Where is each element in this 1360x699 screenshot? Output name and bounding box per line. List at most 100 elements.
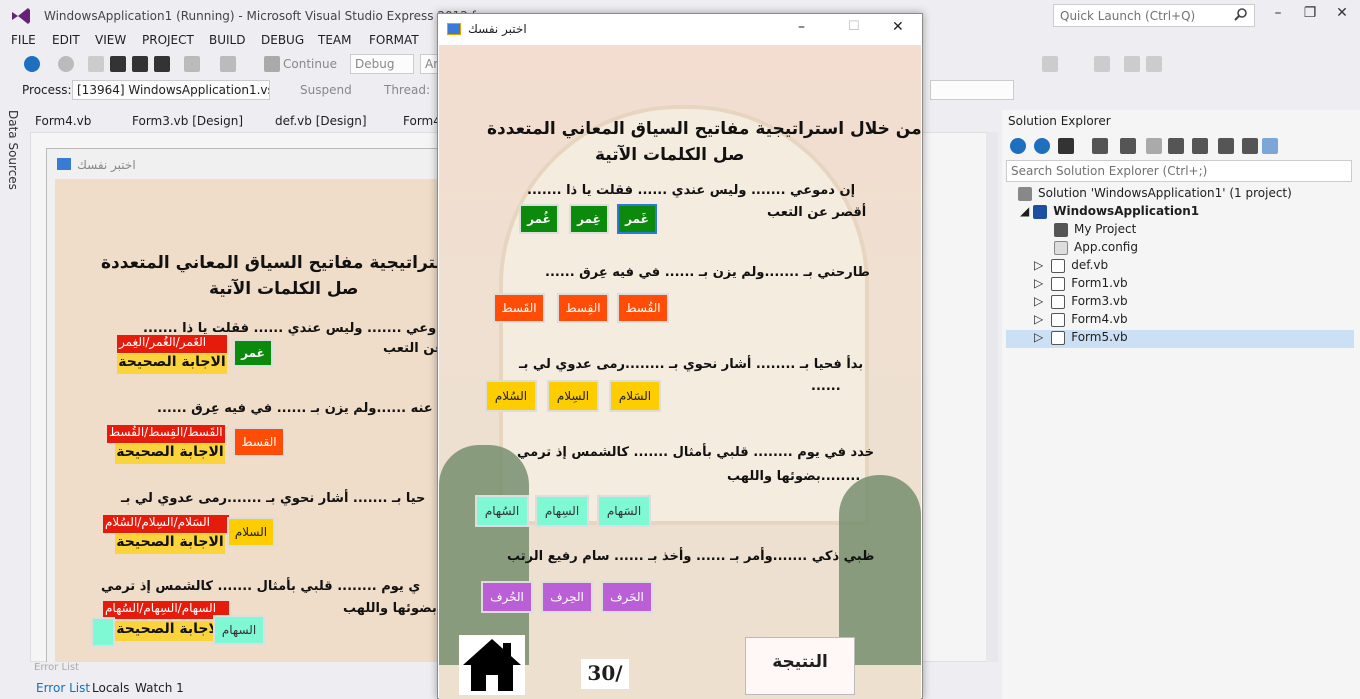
home-icon[interactable] bbox=[1058, 138, 1074, 154]
stack-frame-combo[interactable] bbox=[930, 80, 1014, 100]
run-q4-option-3[interactable]: السَهام bbox=[597, 495, 651, 527]
properties-icon[interactable] bbox=[1242, 138, 1258, 154]
run-q5-option-2[interactable]: الحِرف bbox=[541, 581, 593, 613]
form-close-button[interactable]: ✕ bbox=[892, 19, 904, 35]
design-q3-button[interactable]: السلام bbox=[227, 517, 275, 547]
suspend-button[interactable]: Suspend bbox=[300, 83, 352, 97]
tree-def-vb[interactable]: ▷ def.vb bbox=[1034, 258, 1108, 276]
close-button[interactable]: ✕ bbox=[1328, 5, 1356, 25]
toolbar-icon-b[interactable] bbox=[1094, 56, 1110, 72]
run-q1-option-3[interactable]: غَمر bbox=[617, 204, 657, 234]
se-forward-icon[interactable] bbox=[1034, 138, 1050, 154]
new-project-icon[interactable] bbox=[88, 56, 104, 72]
run-q2-option-3[interactable]: القُسط bbox=[617, 293, 669, 323]
open-icon[interactable] bbox=[110, 56, 126, 72]
design-q2-button[interactable]: القسط bbox=[233, 427, 285, 457]
refresh-icon[interactable] bbox=[1146, 138, 1162, 154]
undo-icon[interactable] bbox=[184, 56, 200, 72]
config-file-icon bbox=[1054, 240, 1068, 255]
run-q1-text: إن دموعي ....... وليس عندي ...... فقلت ي… bbox=[527, 183, 856, 198]
menu-file[interactable]: FILE bbox=[11, 33, 36, 47]
form-maximize-button[interactable]: ☐ bbox=[848, 19, 860, 34]
tab-form3-design[interactable]: Form3.vb [Design] bbox=[132, 114, 243, 128]
menu-view[interactable]: VIEW bbox=[95, 33, 126, 47]
designer-vertical-scrollbar[interactable] bbox=[986, 132, 998, 662]
redo-icon[interactable] bbox=[220, 56, 236, 72]
result-button[interactable]: النتيجة bbox=[745, 637, 855, 695]
menu-build[interactable]: BUILD bbox=[209, 33, 245, 47]
design-q4-button[interactable]: السهام bbox=[213, 615, 265, 645]
tree-solution-label: Solution 'WindowsApplication1' (1 projec… bbox=[1038, 186, 1292, 200]
process-label: Process: bbox=[22, 83, 72, 97]
quick-launch-input[interactable]: Quick Launch (Ctrl+Q) bbox=[1053, 4, 1255, 27]
continue-label[interactable]: Continue bbox=[283, 57, 337, 71]
run-q2-option-2[interactable]: القِسط bbox=[557, 293, 609, 323]
data-sources-tab[interactable]: Data Sources bbox=[2, 110, 26, 190]
minimize-button[interactable]: – bbox=[1264, 5, 1292, 25]
se-back-icon[interactable] bbox=[1010, 138, 1026, 154]
run-q3-text: بدأ فحيا بـ ........ أشار نحوي بـ ......… bbox=[519, 357, 864, 372]
tab-def-design[interactable]: def.vb [Design] bbox=[275, 114, 367, 128]
run-heading-1: من خلال استراتيجية مفاتيح السياق المعاني… bbox=[487, 119, 921, 139]
form-icon bbox=[57, 158, 71, 170]
tab-form4-vb[interactable]: Form4.vb bbox=[35, 114, 91, 128]
tab-form4-design[interactable]: Form4 bbox=[403, 114, 441, 128]
design-q1-button[interactable]: غمر bbox=[233, 339, 273, 367]
tab-watch-1[interactable]: Watch 1 bbox=[135, 681, 184, 695]
form-minimize-button[interactable]: – bbox=[798, 19, 805, 35]
tree-form5-vb[interactable]: ▷ Form5.vb bbox=[1006, 330, 1354, 348]
view-code-icon[interactable] bbox=[1218, 138, 1234, 154]
design-q3-wrong-label: السَلام/السِلام/السُلام bbox=[103, 515, 229, 533]
configuration-combo[interactable]: Debug bbox=[350, 54, 414, 74]
toolbar-icon-d[interactable] bbox=[1146, 56, 1162, 72]
quick-launch-placeholder: Quick Launch (Ctrl+Q) bbox=[1060, 9, 1196, 23]
run-q3-option-3[interactable]: السَلام bbox=[609, 380, 661, 412]
run-q4-text-b: ........بضوئها واللهب bbox=[727, 469, 861, 484]
window-title: WindowsApplication1 (Running) - Microsof… bbox=[44, 9, 489, 23]
process-combo[interactable]: [13964] WindowsApplication1.vsho bbox=[72, 80, 270, 100]
menu-project[interactable]: PROJECT bbox=[142, 33, 194, 47]
toolbar-icon-a[interactable] bbox=[1042, 56, 1058, 72]
tab-locals[interactable]: Locals bbox=[92, 681, 129, 695]
menu-edit[interactable]: EDIT bbox=[52, 33, 80, 47]
design-q4-extra-button[interactable] bbox=[91, 617, 115, 647]
menu-team[interactable]: TEAM bbox=[318, 33, 351, 47]
run-q3-option-2[interactable]: السِلام bbox=[547, 380, 599, 412]
menu-debug[interactable]: DEBUG bbox=[261, 33, 304, 47]
run-q1-option-1[interactable]: غُمر bbox=[519, 204, 559, 234]
platform-combo[interactable]: An bbox=[420, 54, 438, 74]
pending-changes-icon[interactable] bbox=[1092, 138, 1108, 154]
view-designer-icon[interactable] bbox=[1262, 138, 1278, 154]
run-q5-option-1[interactable]: الحُرف bbox=[481, 581, 533, 613]
tree-my-project[interactable]: My Project bbox=[1054, 222, 1136, 240]
forward-icon[interactable] bbox=[58, 56, 74, 72]
menu-format[interactable]: FORMAT bbox=[369, 33, 419, 47]
restore-button[interactable]: ❐ bbox=[1296, 5, 1324, 25]
tree-project[interactable]: ◢ WindowsApplication1 bbox=[1020, 204, 1199, 222]
run-q1-option-2[interactable]: غِمر bbox=[569, 204, 609, 234]
home-button[interactable] bbox=[459, 635, 525, 695]
run-q2-option-1[interactable]: القَسط bbox=[493, 293, 545, 323]
continue-icon[interactable] bbox=[264, 56, 280, 72]
run-q5-option-3[interactable]: الحَرف bbox=[601, 581, 653, 613]
run-q4-option-1[interactable]: السُهام bbox=[475, 495, 529, 527]
tab-error-list[interactable]: Error List bbox=[36, 681, 90, 695]
show-all-files-icon[interactable] bbox=[1192, 138, 1208, 154]
collapse-all-icon[interactable] bbox=[1168, 138, 1184, 154]
design-q4-wrong-label: السهام/السِهام/السُهام bbox=[103, 601, 229, 619]
save-icon[interactable] bbox=[132, 56, 148, 72]
tree-form4-vb[interactable]: ▷ Form4.vb bbox=[1034, 312, 1128, 330]
run-q3-text-b: ...... bbox=[811, 379, 841, 394]
run-q3-option-1[interactable]: السُلام bbox=[485, 380, 537, 412]
toolbar-icon-c[interactable] bbox=[1124, 56, 1140, 72]
tree-solution[interactable]: Solution 'WindowsApplication1' (1 projec… bbox=[1018, 186, 1292, 204]
back-icon[interactable] bbox=[24, 56, 40, 72]
save-all-icon[interactable] bbox=[154, 56, 170, 72]
sync-icon[interactable] bbox=[1120, 138, 1136, 154]
run-q4-option-2[interactable]: السِهام bbox=[535, 495, 589, 527]
tree-app-config[interactable]: App.config bbox=[1054, 240, 1138, 258]
tree-form3-vb[interactable]: ▷ Form3.vb bbox=[1034, 294, 1128, 312]
design-q3-correct-label: الاجابة الصحيحة bbox=[115, 534, 225, 554]
solution-explorer-search[interactable]: Search Solution Explorer (Ctrl+;) bbox=[1006, 160, 1352, 182]
tree-form1-vb[interactable]: ▷ Form1.vb bbox=[1034, 276, 1128, 294]
